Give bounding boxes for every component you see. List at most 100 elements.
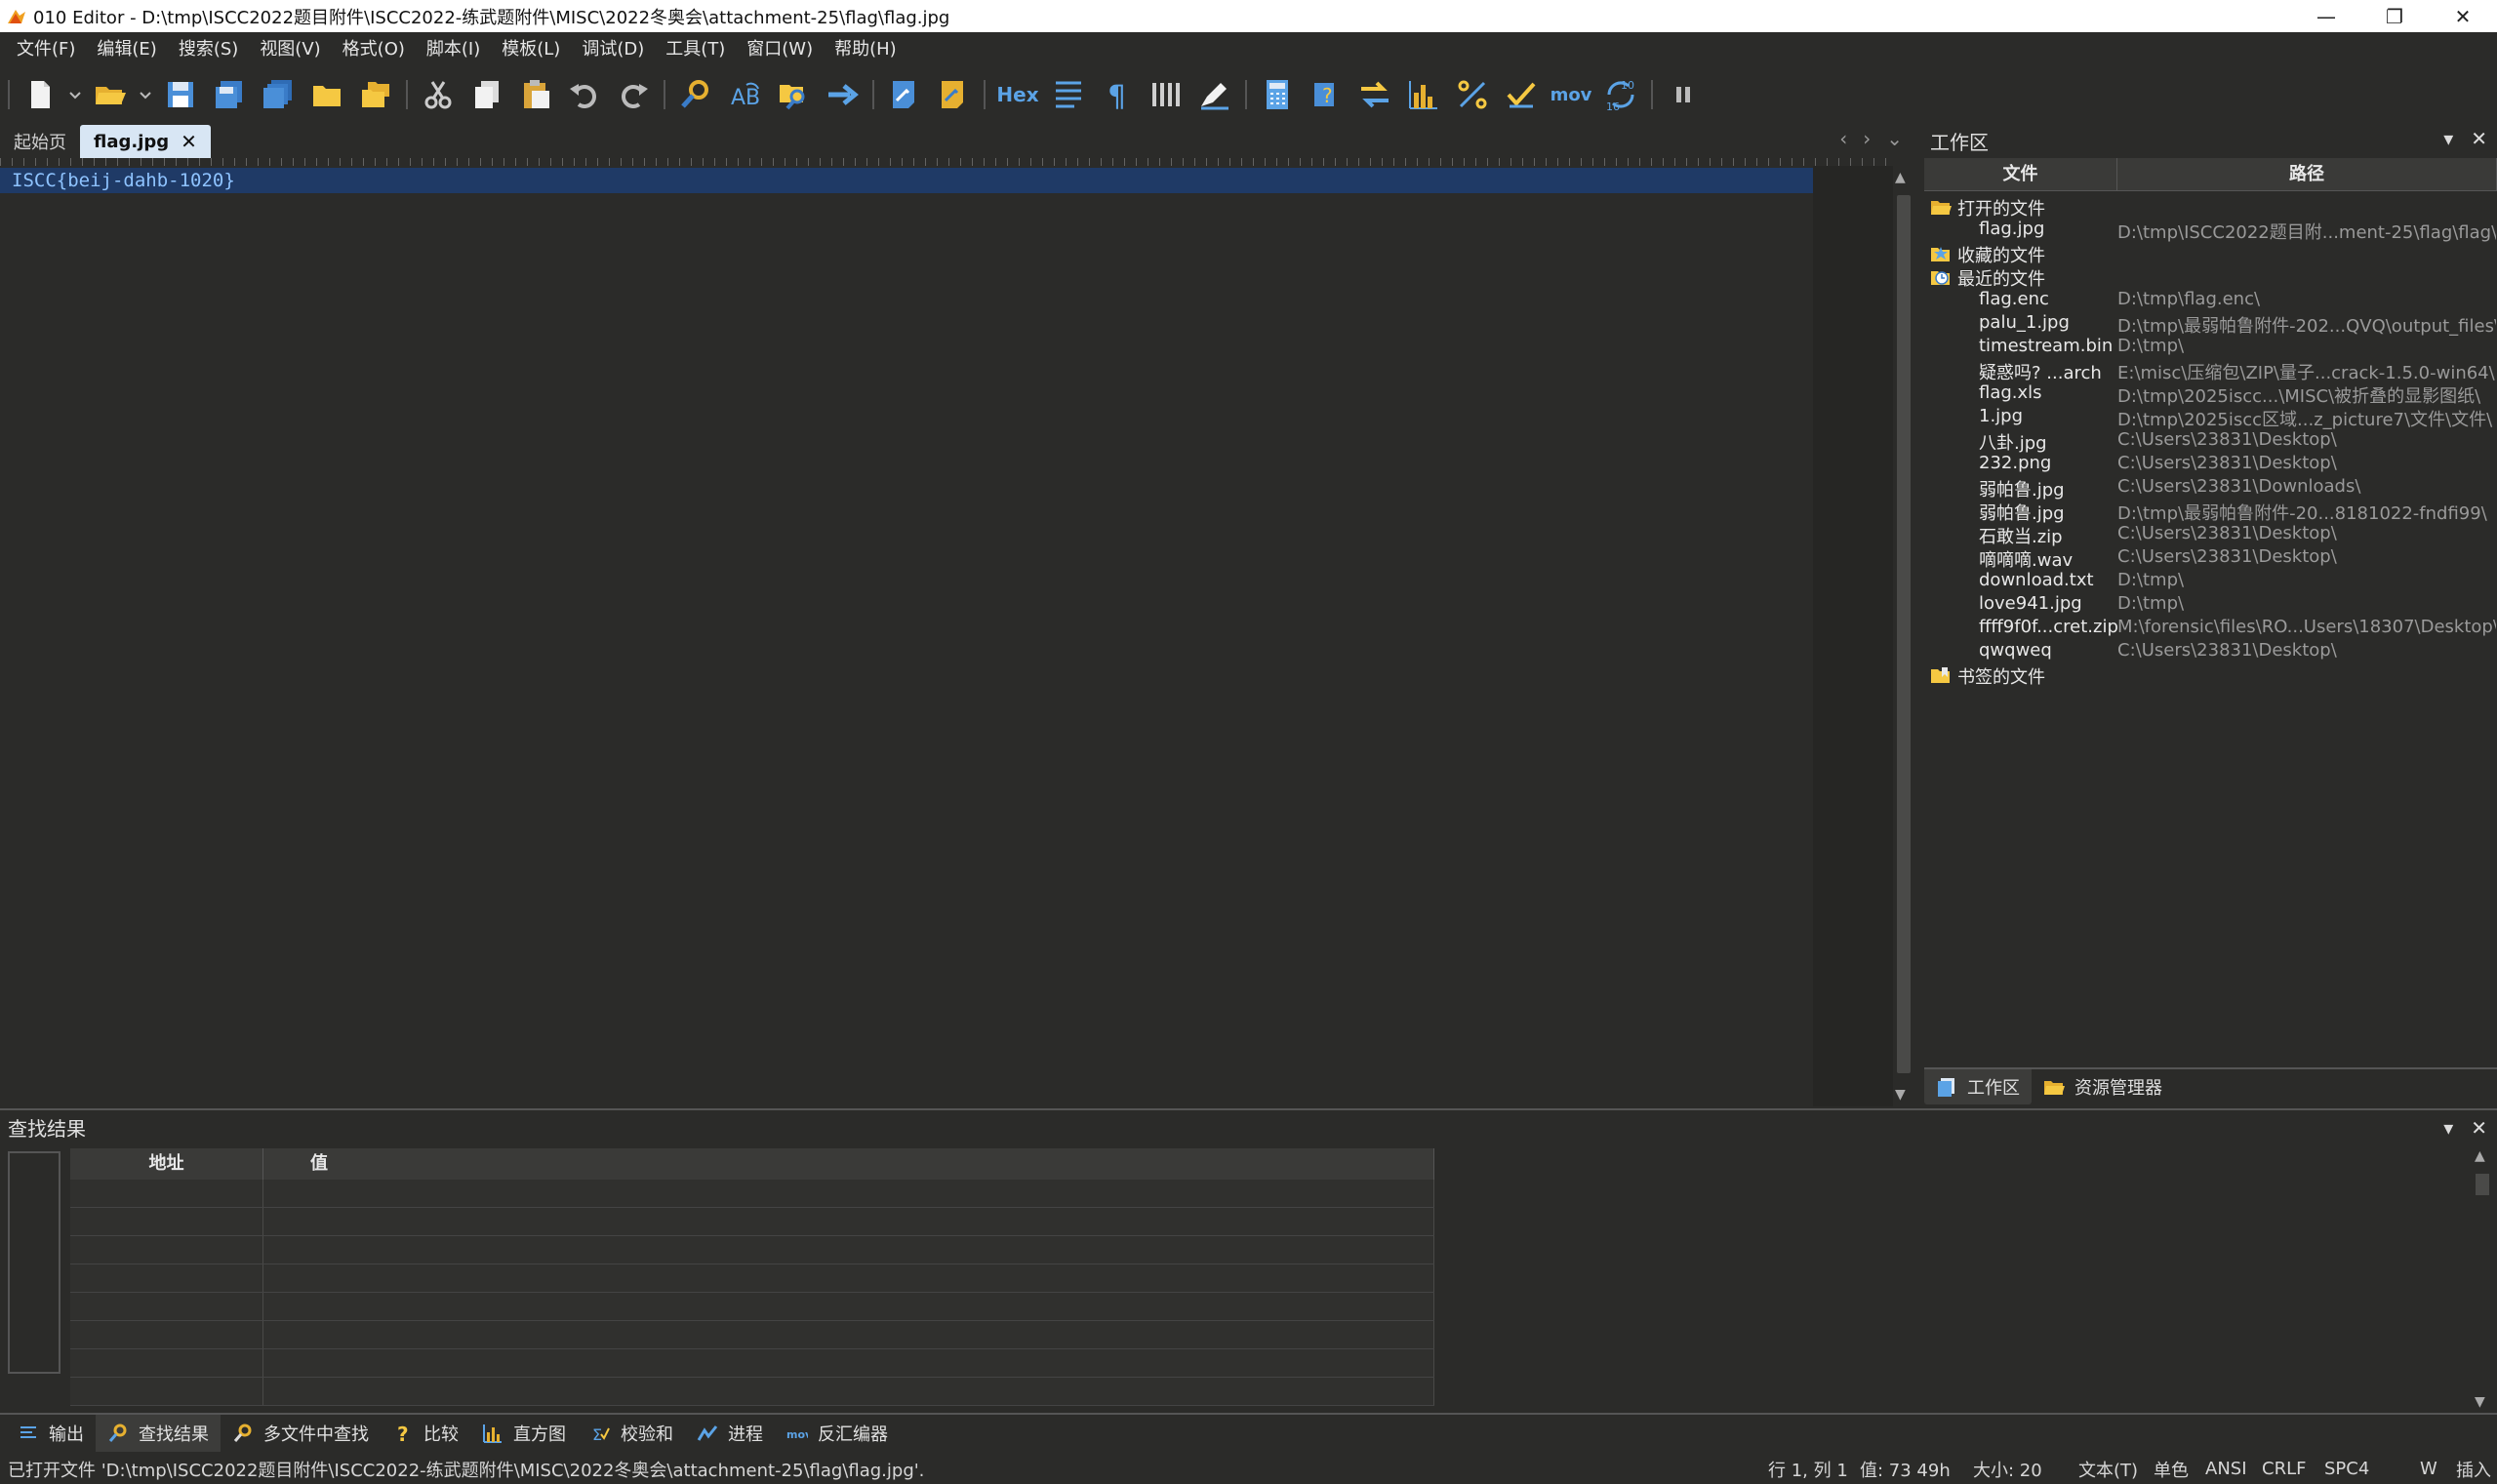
table-row[interactable]: [70, 1264, 1434, 1293]
text-editor[interactable]: ISCC{beij-dahb-1020}: [0, 166, 1893, 1106]
list-item[interactable]: 石敢当.zip C:\Users\23831\Desktop\: [1924, 523, 2497, 547]
menu-search[interactable]: 搜索(S): [168, 32, 249, 66]
list-item[interactable]: 弱帕鲁.jpg C:\Users\23831\Downloads\: [1924, 476, 2497, 501]
close-tab-icon[interactable]: ✕: [181, 130, 197, 153]
tab-list-chevron-icon[interactable]: ⌄: [1886, 127, 1903, 150]
show-whitespace-button[interactable]: ¶: [1093, 70, 1142, 119]
find-results-scrollbar[interactable]: ▲ ▼: [2472, 1148, 2493, 1410]
table-row[interactable]: [70, 1208, 1434, 1236]
run-template-button[interactable]: [929, 70, 978, 119]
line-ending[interactable]: CRLF: [2262, 1459, 2306, 1479]
tab-start-page[interactable]: 起始页: [0, 125, 80, 158]
redo-button[interactable]: [609, 70, 658, 119]
tab-disassembler[interactable]: mov 反汇编器: [775, 1415, 900, 1452]
tab-find-in-files[interactable]: 多文件中查找: [221, 1415, 381, 1452]
list-item[interactable]: 232.png C:\Users\23831\Desktop\: [1924, 453, 2497, 476]
save-button[interactable]: [156, 70, 205, 119]
find-results-options[interactable]: [8, 1151, 60, 1374]
table-row[interactable]: [70, 1180, 1434, 1208]
tab-process[interactable]: 进程: [685, 1415, 775, 1452]
undo-button[interactable]: [560, 70, 609, 119]
maximize-button[interactable]: ❐: [2360, 0, 2429, 32]
tab-compare[interactable]: ? 比较: [381, 1415, 470, 1452]
column-address[interactable]: 地址: [70, 1148, 263, 1180]
group-open-files[interactable]: 打开的文件: [1924, 195, 2497, 220]
tab-histogram[interactable]: 直方图: [470, 1415, 578, 1452]
open-multiple-button[interactable]: [351, 70, 400, 119]
list-item[interactable]: 嘀嘀嘀.wav C:\Users\23831\Desktop\: [1924, 546, 2497, 571]
new-file-dropdown[interactable]: [64, 70, 86, 119]
table-row[interactable]: [70, 1236, 1434, 1264]
open-file-dropdown[interactable]: [135, 70, 156, 119]
column-file[interactable]: 文件: [1924, 158, 2117, 191]
menu-format[interactable]: 格式(O): [332, 32, 416, 66]
minimize-button[interactable]: —: [2292, 0, 2360, 32]
save-all-button[interactable]: [254, 70, 302, 119]
copy-button[interactable]: [463, 70, 511, 119]
list-item[interactable]: love941.jpg D:\tmp\: [1924, 593, 2497, 617]
save-as-button[interactable]: [205, 70, 254, 119]
paste-button[interactable]: [511, 70, 560, 119]
list-item[interactable]: flag.jpg D:\tmp\ISCC2022题目附...ment-25\fl…: [1924, 219, 2497, 243]
tab-find-results[interactable]: 查找结果: [96, 1415, 221, 1452]
find-button[interactable]: [671, 70, 720, 119]
scroll-up-icon[interactable]: ▲: [1895, 170, 1906, 185]
editor-line-1[interactable]: ISCC{beij-dahb-1020}: [12, 168, 235, 193]
list-item[interactable]: flag.enc D:\tmp\flag.enc\: [1924, 289, 2497, 312]
compare-button[interactable]: [1350, 70, 1399, 119]
scroll-up-icon[interactable]: ▲: [2475, 1148, 2485, 1164]
columns-button[interactable]: [1142, 70, 1190, 119]
tab-explorer[interactable]: 资源管理器: [2032, 1069, 2174, 1104]
color-scheme[interactable]: 单色: [2154, 1457, 2189, 1482]
text-mode-button[interactable]: [1044, 70, 1093, 119]
goto-button[interactable]: [818, 70, 866, 119]
menu-help[interactable]: 帮助(H): [824, 32, 907, 66]
column-value[interactable]: 值: [263, 1148, 1434, 1180]
menu-file[interactable]: 文件(F): [6, 32, 86, 66]
tab-output[interactable]: 输出: [6, 1415, 96, 1452]
list-item[interactable]: download.txt D:\tmp\: [1924, 570, 2497, 593]
hex-mode-button[interactable]: Hex: [991, 70, 1044, 119]
list-item[interactable]: flag.xls D:\tmp\2025iscc...\MISC\被折叠的显影图纸…: [1924, 382, 2497, 407]
panel-menu-icon[interactable]: ▾: [2443, 1116, 2453, 1140]
find-in-files-button[interactable]: [769, 70, 818, 119]
calculator-button[interactable]: [1253, 70, 1302, 119]
menu-window[interactable]: 窗口(W): [736, 32, 824, 66]
group-bookmarked-files[interactable]: 书签的文件: [1924, 663, 2497, 688]
panel-close-icon[interactable]: ✕: [2471, 127, 2487, 150]
menu-view[interactable]: 视图(V): [249, 32, 331, 66]
pause-button[interactable]: [1659, 70, 1708, 119]
menu-edit[interactable]: 编辑(E): [86, 32, 167, 66]
list-item[interactable]: 八卦.jpg C:\Users\23831\Desktop\: [1924, 429, 2497, 454]
panel-close-icon[interactable]: ✕: [2471, 1116, 2487, 1140]
scroll-down-icon[interactable]: ▼: [1895, 1087, 1906, 1103]
list-item[interactable]: 1.jpg D:\tmp\2025iscc区域...z_picture7\文件\文…: [1924, 406, 2497, 430]
editor-scrollbar[interactable]: ▲ ▼: [1893, 166, 1914, 1106]
list-item[interactable]: 弱帕鲁.jpg D:\tmp\最弱帕鲁附件-20...8181022-fndfi9…: [1924, 500, 2497, 524]
table-row[interactable]: [70, 1321, 1434, 1349]
open-file-button[interactable]: [86, 70, 135, 119]
close-window-button[interactable]: ✕: [2429, 0, 2497, 32]
file-size[interactable]: 大小: 20: [1973, 1457, 2042, 1482]
write-mode[interactable]: W: [2420, 1459, 2437, 1479]
list-item[interactable]: ffff9f0f...cret.zip M:\forensic\files\RO.…: [1924, 617, 2497, 640]
cursor-value[interactable]: 值: 73 49h: [1860, 1457, 1951, 1482]
highlight-button[interactable]: [1190, 70, 1239, 119]
operations-button[interactable]: [1448, 70, 1497, 119]
run-script-button[interactable]: [880, 70, 929, 119]
group-recent-files[interactable]: 最近的文件: [1924, 265, 2497, 290]
tab-flag-jpg[interactable]: flag.jpg ✕: [80, 125, 211, 158]
new-file-button[interactable]: [16, 70, 64, 119]
inspector-button[interactable]: ?: [1302, 70, 1350, 119]
base-converter-button[interactable]: 10 16: [1596, 70, 1645, 119]
encoding[interactable]: ANSI: [2205, 1459, 2247, 1479]
checksum-button[interactable]: [1497, 70, 1546, 119]
list-item[interactable]: 疑惑吗? ...arch E:\misc\压缩包\ZIP\量子...crack-1…: [1924, 359, 2497, 383]
replace-button[interactable]: AB: [720, 70, 769, 119]
menu-tools[interactable]: 工具(T): [655, 32, 736, 66]
tab-scroll-right-icon[interactable]: ›: [1863, 127, 1871, 150]
tab-workspace[interactable]: 工作区: [1924, 1069, 2032, 1104]
tab-scroll-left-icon[interactable]: ‹: [1839, 127, 1847, 150]
cursor-position[interactable]: 行 1, 列 1: [1768, 1457, 1848, 1482]
scroll-down-icon[interactable]: ▼: [2475, 1394, 2485, 1410]
